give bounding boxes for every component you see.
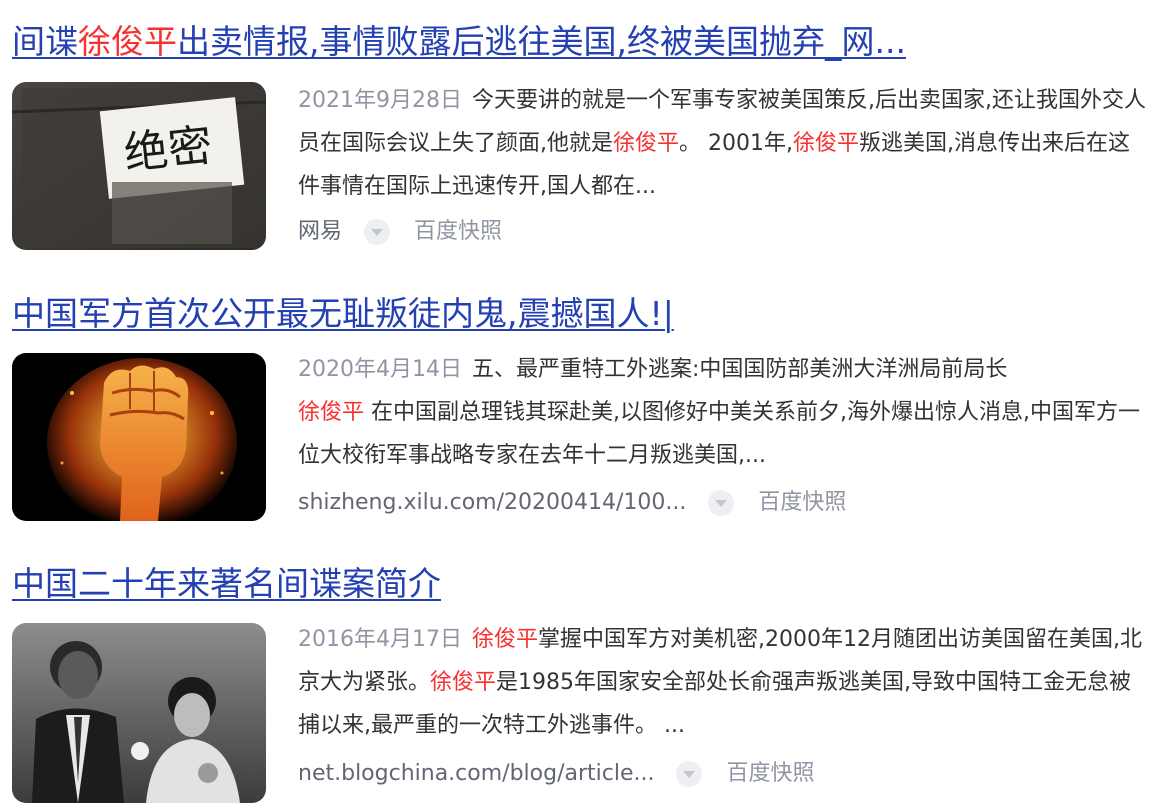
chevron-down-icon[interactable] [364, 219, 391, 245]
thumbnail-text: 绝密 [122, 120, 215, 180]
result-source-row: shizheng.xilu.com/20200414/100... 百度快照 [298, 488, 846, 518]
result-snippet: 2021年9月28日 今天要讲的就是一个军事专家被美国策反,后出卖国家,还让我国外… [298, 88, 1146, 199]
result-thumbnail[interactable]: 绝密 [12, 82, 266, 250]
chevron-down-icon[interactable] [676, 761, 703, 787]
result-snippet: 2016年4月17日 徐俊平掌握中国军方对美机密,2000年12月随团出访美国留在… [298, 627, 1142, 738]
result-title-link[interactable]: 中国二十年来著名间谍案简介 [12, 564, 441, 604]
result-source[interactable]: 网易 [298, 217, 342, 247]
result-snippet: 2020年4月14日 五、最严重特工外逃案:中国国防部美洲大洋洲局前局长 徐俊平 在… [298, 357, 1140, 468]
result-thumbnail[interactable] [12, 623, 266, 803]
result-source[interactable]: shizheng.xilu.com/20200414/100... [298, 488, 686, 518]
snapshot-link[interactable]: 百度快照 [758, 488, 846, 518]
result-title-link[interactable]: 间谍徐俊平出卖情报,事情败露后逃往美国,终被美国抛弃_网... [12, 22, 906, 62]
result-title-link[interactable]: 中国军方首次公开最无耻叛徒内鬼,震撼国人!| [12, 294, 674, 334]
result-source-row: net.blogchina.com/blog/article... 百度快照 [298, 759, 814, 789]
result-date: 2020年4月14日 [298, 357, 462, 382]
result-source[interactable]: net.blogchina.com/blog/article... [298, 759, 654, 789]
result-source-row: 网易 百度快照 [298, 217, 502, 247]
result-date: 2016年4月17日 [298, 627, 462, 652]
snapshot-link[interactable]: 百度快照 [726, 759, 814, 789]
result-date: 2021年9月28日 [298, 88, 462, 113]
chevron-down-icon[interactable] [708, 490, 735, 516]
snapshot-link[interactable]: 百度快照 [414, 217, 502, 247]
result-thumbnail[interactable] [12, 353, 266, 521]
